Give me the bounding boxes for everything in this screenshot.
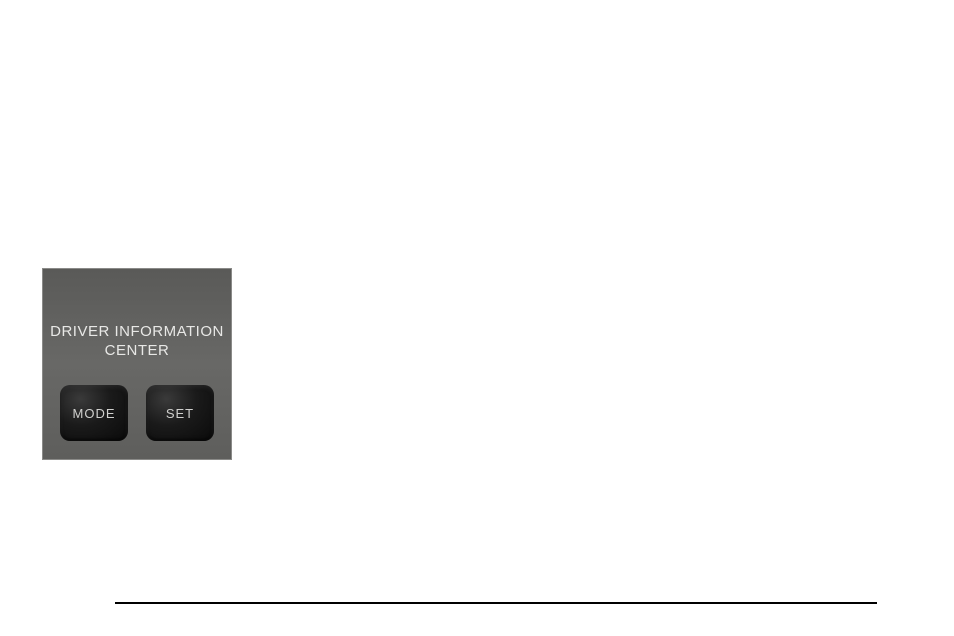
set-button[interactable]: SET [146,385,214,441]
horizontal-rule [115,602,877,604]
button-row: MODE SET [43,385,231,441]
driver-information-center-panel: DRIVER INFORMATION CENTER MODE SET [42,268,232,460]
panel-title: DRIVER INFORMATION CENTER [43,323,231,361]
mode-button[interactable]: MODE [60,385,128,441]
panel-title-line1: DRIVER INFORMATION [50,323,224,340]
panel-title-line2: CENTER [105,342,170,359]
